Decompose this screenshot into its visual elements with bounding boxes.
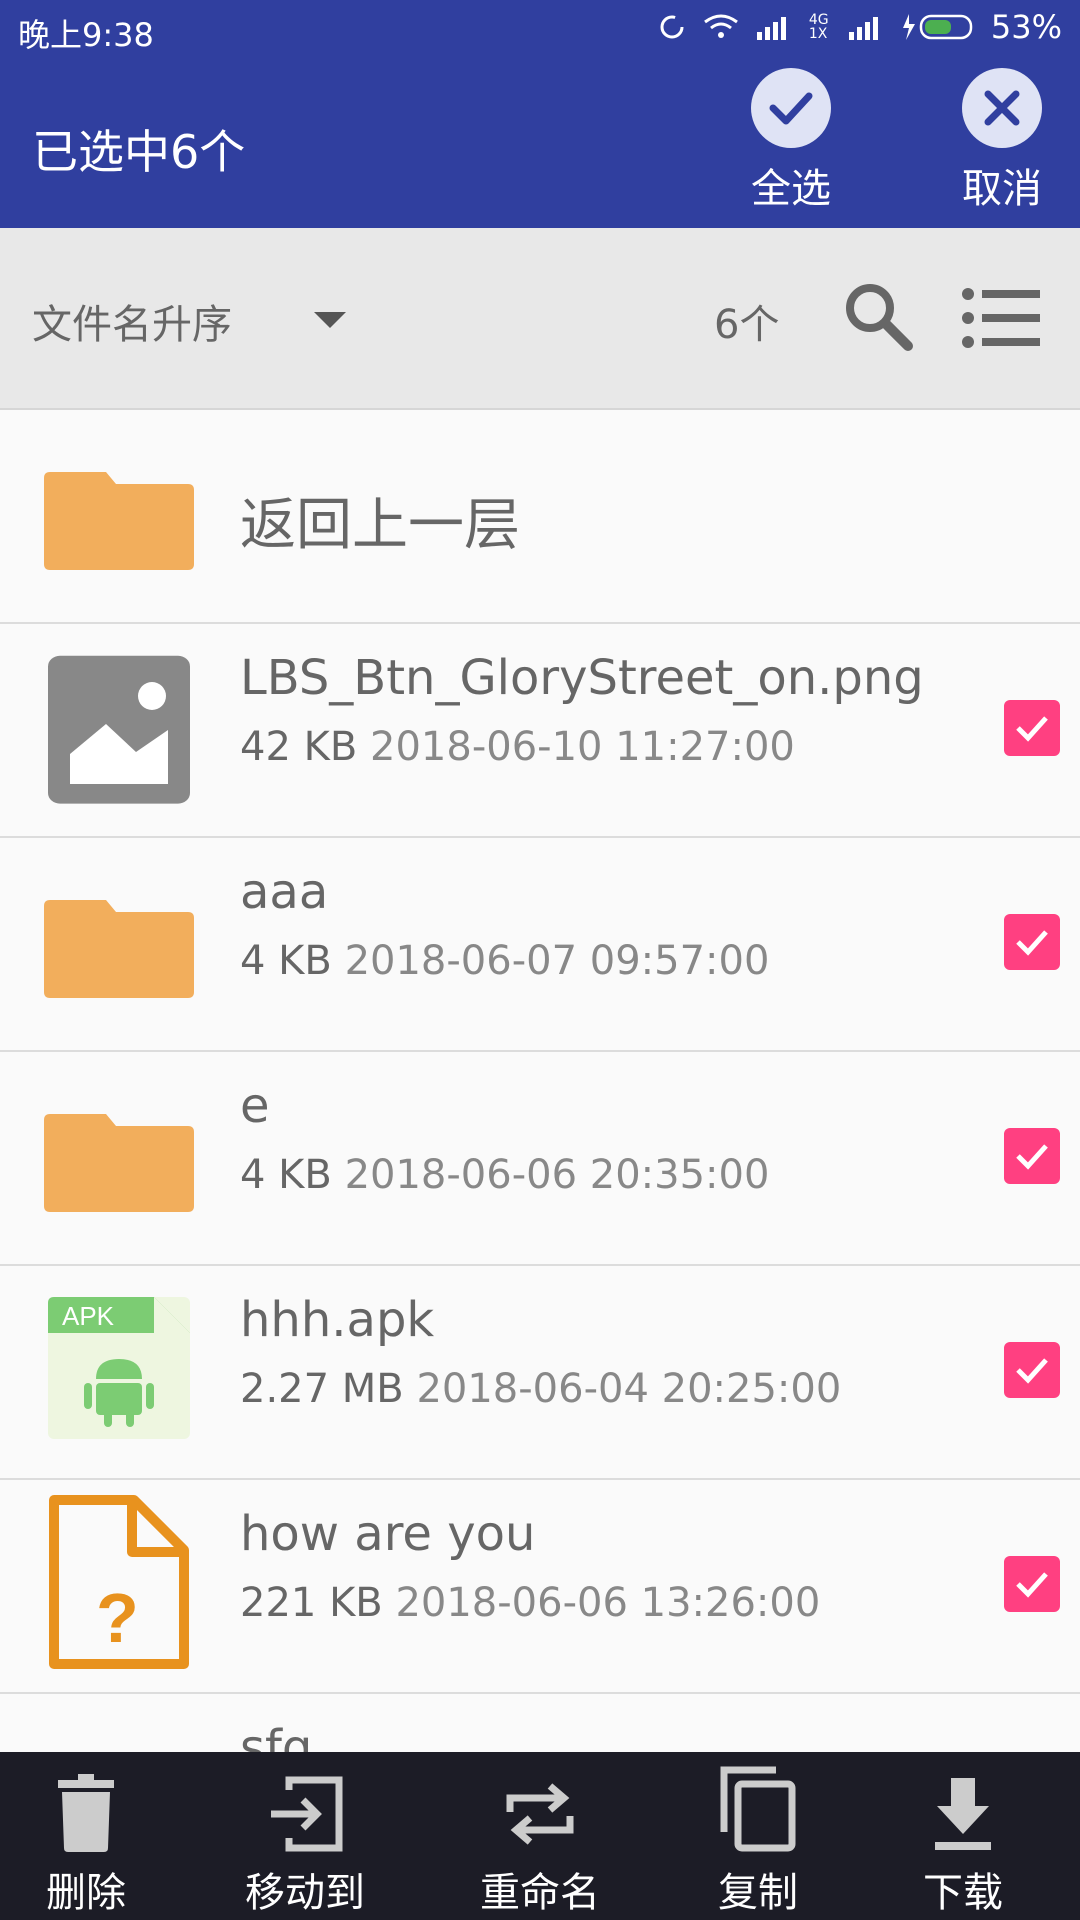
folder-icon [44,900,194,998]
signal-icon-2 [848,17,878,40]
close-circle-icon [962,68,1042,148]
wifi-icon [703,14,738,38]
file-size: 4 KB [240,1152,332,1198]
file-size: 42 KB [240,724,358,770]
file-row[interactable]: APK hhh.apk 2.27 MB 2018-06-04 20:25:00 [0,1266,1080,1480]
file-name: e [240,1078,270,1134]
download-label: 下载 [923,1870,1003,1916]
delete-label: 删除 [46,1870,126,1916]
copy-icon [720,1766,796,1852]
check-icon [1016,1572,1048,1598]
file-row[interactable]: LBS_Btn_GloryStreet_on.png 42 KB 2018-06… [0,624,1080,838]
cancel-label: 取消 [962,166,1042,212]
swap-icon [506,1783,574,1845]
selection-checkbox[interactable] [1004,914,1060,970]
charging-battery-icon [902,14,973,40]
sort-bar: 文件名升序 6个 [0,228,1080,410]
unknown-file-icon: ? [49,1495,189,1669]
select-all-button[interactable]: 全选 [731,68,851,214]
check-circle-icon [751,68,831,148]
go-up-row[interactable]: 返回上一层 [0,410,1080,624]
selection-checkbox[interactable] [1004,1128,1060,1184]
check-icon [1016,1358,1048,1384]
file-date: 2018-06-07 09:57:00 [344,938,770,984]
rename-button[interactable]: 重命名 [440,1752,640,1920]
sort-dropdown[interactable]: 文件名升序 [32,292,232,350]
selection-checkbox[interactable] [1004,700,1060,756]
selection-checkbox[interactable] [1004,1342,1060,1398]
check-icon [1016,930,1048,956]
file-meta: 4 KB 2018-06-07 09:57:00 [240,938,769,984]
signal-icon [756,17,786,40]
file-name: LBS_Btn_GloryStreet_on.png [240,650,924,706]
item-count: 6个 [714,302,780,348]
file-meta: 4 KB 2018-06-06 20:35:00 [240,1152,769,1198]
network-type: 4G 1X [808,12,829,42]
sync-icon [660,15,684,39]
file-size: 221 KB [240,1580,383,1626]
file-name: how are you [240,1506,536,1562]
trash-icon [58,1774,114,1852]
copy-label: 复制 [718,1870,798,1916]
delete-button[interactable]: 删除 [0,1752,186,1920]
file-date: 2018-06-06 13:26:00 [395,1580,821,1626]
file-row[interactable]: aaa 4 KB 2018-06-07 09:57:00 [0,838,1080,1052]
file-name: aaa [240,864,329,920]
chevron-down-icon[interactable] [314,312,346,328]
move-to-label: 移动到 [245,1870,365,1916]
download-button[interactable]: 下载 [863,1752,1063,1920]
file-meta: 221 KB 2018-06-06 13:26:00 [240,1580,820,1626]
svg-text:?: ? [96,1579,139,1657]
go-up-label: 返回上一层 [240,493,520,558]
search-icon[interactable] [842,280,916,354]
select-all-label: 全选 [751,166,831,212]
cancel-button[interactable]: 取消 [942,68,1062,214]
copy-button[interactable]: 复制 [658,1752,858,1920]
move-to-button[interactable]: 移动到 [205,1752,405,1920]
file-date: 2018-06-06 20:35:00 [344,1152,770,1198]
status-time: 晚上9:38 [18,16,154,54]
file-size: 2.27 MB [240,1366,404,1412]
selection-title: 已选中6个 [32,125,246,179]
check-icon [1016,1144,1048,1170]
battery-percent: 53% [990,8,1062,46]
file-row[interactable]: e 4 KB 2018-06-06 20:35:00 [0,1052,1080,1266]
list-view-icon[interactable] [962,286,1040,350]
selection-app-bar: 已选中6个 全选 取消 [0,60,1080,228]
folder-icon [44,1114,194,1212]
apk-file-icon: APK [48,1297,190,1439]
selection-checkbox[interactable] [1004,1556,1060,1612]
image-file-icon [48,655,190,804]
rename-label: 重命名 [480,1870,600,1916]
folder-icon [44,472,194,570]
file-row[interactable]: ? how are you 221 KB 2018-06-06 13:26:00 [0,1480,1080,1694]
status-bar: 晚上9:38 4G 1X 53% [0,0,1080,60]
check-icon [1016,716,1048,742]
apk-badge: APK [62,1301,115,1331]
file-date: 2018-06-04 20:25:00 [416,1366,842,1412]
file-meta: 42 KB 2018-06-10 11:27:00 [240,724,795,770]
download-icon [935,1778,991,1850]
bottom-action-bar: 删除 移动到 重命名 复制 下载 [0,1752,1080,1920]
file-meta: 2.27 MB 2018-06-04 20:25:00 [240,1366,841,1412]
file-date: 2018-06-10 11:27:00 [370,724,795,770]
file-size: 4 KB [240,938,332,984]
move-icon [271,1776,343,1852]
file-name: hhh.apk [240,1292,435,1348]
